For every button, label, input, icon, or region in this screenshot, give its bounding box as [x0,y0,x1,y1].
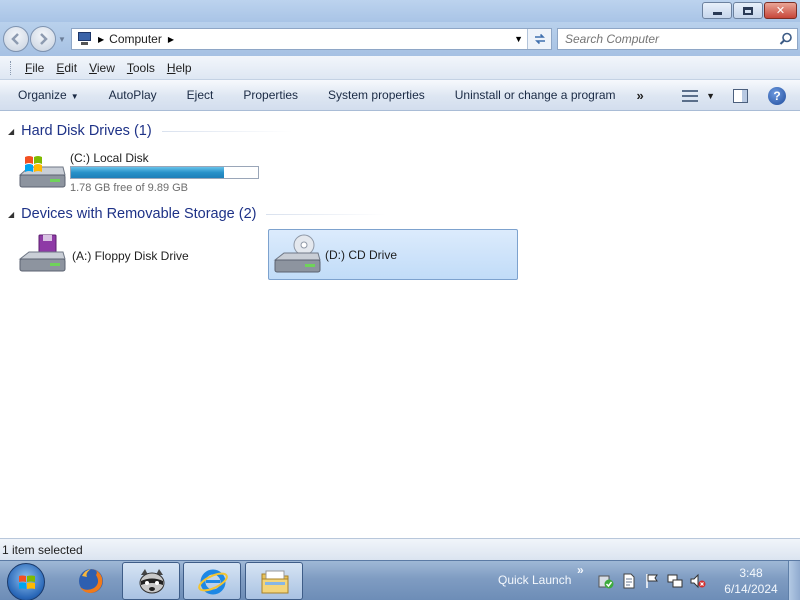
collapse-triangle-icon[interactable]: ◢ [8,127,14,136]
menu-tools[interactable]: Tools [121,61,161,75]
back-button[interactable] [3,26,29,52]
drive-d-cd-selected[interactable]: (D:) CD Drive [268,229,518,280]
eject-button[interactable]: Eject [172,88,229,102]
preview-pane-icon[interactable] [733,88,748,103]
notification-area [598,573,706,589]
menu-grip [10,60,13,75]
disk-usage-bar [70,166,259,179]
breadcrumb-separator-icon[interactable]: ▶ [168,35,174,44]
drive-c-local-disk[interactable]: (C:) Local Disk 1.78 GB free of 9.89 GB [17,151,277,195]
command-bar: Organize ▼ AutoPlay Eject Properties Syst… [0,80,800,111]
document-tray-icon[interactable] [621,573,637,589]
search-icon[interactable] [779,32,793,46]
internet-explorer-icon [198,569,228,595]
clock-time: 3:48 [739,566,763,580]
organize-label: Organize [18,88,67,102]
back-arrow-icon [11,33,19,45]
organize-button[interactable]: Organize ▼ [0,88,94,102]
disk-usage-fill [71,167,225,178]
refresh-button[interactable] [527,29,551,49]
window-titlebar: ✕ [0,0,800,22]
group-header-removable[interactable]: ◢ Devices with Removable Storage (2) [8,206,387,222]
taskbar: Quick Launch » 3:48 6/14/2024 [0,560,800,600]
status-bar: 1 item selected [0,538,800,560]
group-divider [161,130,292,132]
drive-label: (C:) Local Disk [70,151,149,165]
taskbar-app-raccoon[interactable] [122,562,180,600]
status-text: 1 item selected [2,542,83,557]
clock-date: 6/14/2024 [724,582,778,596]
group-divider [266,213,387,215]
maximize-button[interactable] [733,2,763,19]
show-desktop-button[interactable] [788,561,800,600]
folder-icon [261,570,289,594]
drive-label: (A:) Floppy Disk Drive [72,249,189,263]
start-button[interactable] [7,563,45,600]
quick-launch-label[interactable]: Quick Launch [498,573,571,587]
taskbar-windows-explorer[interactable] [245,562,303,600]
system-properties-button[interactable]: System properties [313,88,440,102]
more-commands-chevron-icon[interactable]: » [637,88,644,103]
close-button[interactable]: ✕ [764,2,797,19]
drive-label: (D:) CD Drive [325,248,397,262]
recent-pages-chevron-icon[interactable]: ▼ [58,35,66,44]
forward-button[interactable] [30,26,56,52]
action-center-flag-icon[interactable] [644,573,660,589]
drive-a-floppy[interactable]: (A:) Floppy Disk Drive [17,233,257,279]
raccoon-app-icon [139,569,165,594]
volume-muted-icon[interactable] [690,573,706,589]
search-input[interactable] [558,29,768,49]
breadcrumb-separator-icon[interactable]: ▶ [98,35,104,44]
view-controls: ▼ ? [682,80,800,111]
search-box[interactable] [557,28,798,50]
taskbar-internet-explorer[interactable] [183,562,241,600]
hard-drive-icon [18,156,66,188]
breadcrumb-computer[interactable]: Computer [109,32,162,46]
group-title: Hard Disk Drives (1) [21,123,152,139]
close-icon: ✕ [775,4,786,17]
view-options-dropdown-icon[interactable]: ▼ [706,91,715,101]
window-controls: ✕ [702,2,797,19]
autoplay-button[interactable]: AutoPlay [94,88,172,102]
minimize-button[interactable] [702,2,732,19]
menu-edit[interactable]: Edit [50,61,83,75]
navigation-bar: ▼ ▶ Computer ▶ ▼ [0,22,800,56]
security-check-tray-icon[interactable] [598,573,614,589]
disk-free-space: 1.78 GB free of 9.89 GB [70,182,189,194]
group-header-hard-disk[interactable]: ◢ Hard Disk Drives (1) [8,123,292,139]
change-view-icon[interactable] [682,89,699,103]
collapse-triangle-icon[interactable]: ◢ [8,210,14,219]
menu-bar: File Edit View Tools Help [0,56,800,80]
refresh-icon [534,33,545,45]
file-list-pane[interactable]: ◢ Hard Disk Drives (1) (C:) Local Disk 1… [0,111,800,581]
menu-file[interactable]: File [19,61,50,75]
firefox-icon [79,569,103,593]
windows-logo-icon [19,575,35,589]
address-dropdown-icon[interactable]: ▼ [514,34,523,44]
forward-arrow-icon [40,33,48,45]
network-tray-icon[interactable] [667,573,683,589]
floppy-drive-icon [18,234,66,272]
properties-button[interactable]: Properties [228,88,313,102]
taskbar-firefox[interactable] [62,562,120,600]
restore-icon [743,6,753,15]
dropdown-arrow-icon: ▼ [70,92,79,101]
help-icon[interactable]: ? [768,86,786,105]
menu-help[interactable]: Help [161,61,198,75]
group-title: Devices with Removable Storage (2) [21,206,257,222]
computer-icon [76,32,92,46]
address-bar[interactable]: ▶ Computer ▶ ▼ [71,28,552,50]
minimize-icon [712,11,722,15]
cd-drive-icon [273,234,321,273]
uninstall-program-button[interactable]: Uninstall or change a program [440,88,631,102]
quick-launch-chevron-icon[interactable]: » [577,563,584,577]
menu-view[interactable]: View [83,61,121,75]
system-clock[interactable]: 3:48 6/14/2024 [720,565,782,597]
